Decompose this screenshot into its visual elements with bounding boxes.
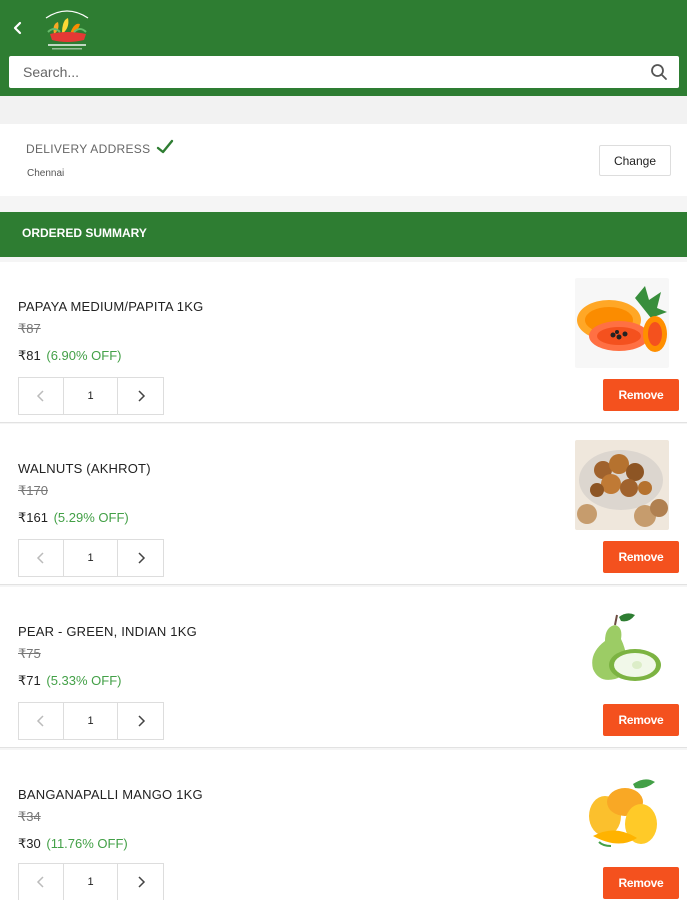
papaya-image[interactable] (575, 278, 669, 368)
cart-item: WALNUTS (AKHROT) ₹170 ₹161 (5.29% OFF) 1… (0, 424, 687, 585)
increase-quantity-button[interactable] (118, 540, 163, 576)
item-price-row: ₹161 (5.29% OFF) (18, 510, 129, 526)
item-price: ₹81 (18, 348, 41, 363)
quantity-value: 1 (64, 864, 118, 900)
fresh-farm-logo[interactable] (40, 4, 94, 52)
item-mrp: ₹170 (18, 483, 48, 498)
remove-button[interactable]: Remove (603, 379, 679, 411)
remove-button[interactable]: Remove (603, 704, 679, 736)
item-discount: (5.33% OFF) (46, 673, 122, 688)
spacer (0, 96, 687, 124)
increase-quantity-button[interactable] (118, 378, 163, 414)
back-button[interactable] (6, 16, 30, 40)
ordered-summary-header: ORDERED SUMMARY (0, 212, 687, 257)
change-address-button[interactable]: Change (599, 145, 671, 176)
item-discount: (11.76% OFF) (46, 836, 128, 851)
item-name: PAPAYA MEDIUM/PAPITA 1KG (18, 299, 204, 314)
quantity-stepper: 1 (18, 702, 164, 740)
increase-quantity-button[interactable] (118, 703, 163, 739)
item-discount: (5.29% OFF) (53, 510, 129, 525)
chevron-right-icon (137, 876, 145, 888)
cart-item: PEAR - GREEN, INDIAN 1KG ₹75 ₹71 (5.33% … (0, 587, 687, 748)
item-mrp: ₹75 (18, 646, 41, 661)
item-price: ₹71 (18, 673, 41, 688)
quantity-stepper: 1 (18, 539, 164, 577)
search-icon[interactable] (650, 63, 668, 81)
increase-quantity-button[interactable] (118, 864, 163, 900)
quantity-value: 1 (64, 540, 118, 576)
cart-item: PAPAYA MEDIUM/PAPITA 1KG ₹87 ₹81 (6.90% … (0, 262, 687, 423)
delivery-address-card: DELIVERY ADDRESS Chennai Change (0, 124, 687, 196)
cart-item: BANGANAPALLI MANGO 1KG ₹34 ₹30 (11.76% O… (0, 750, 687, 900)
decrease-quantity-button[interactable] (19, 703, 64, 739)
mango-image[interactable] (575, 766, 669, 856)
decrease-quantity-button[interactable] (19, 378, 64, 414)
item-discount: (6.90% OFF) (46, 348, 122, 363)
delivery-address-title: DELIVERY ADDRESS (26, 142, 151, 156)
item-name: PEAR - GREEN, INDIAN 1KG (18, 624, 197, 639)
search-input[interactable] (9, 56, 639, 88)
quantity-stepper: 1 (18, 377, 164, 415)
remove-button[interactable]: Remove (603, 867, 679, 899)
chevron-left-icon (36, 552, 44, 564)
ordered-summary-title: ORDERED SUMMARY (22, 226, 147, 240)
quantity-value: 1 (64, 378, 118, 414)
walnuts-image[interactable] (575, 440, 669, 530)
search-bar (9, 56, 679, 88)
item-mrp: ₹87 (18, 321, 41, 336)
item-price: ₹161 (18, 510, 48, 525)
decrease-quantity-button[interactable] (19, 540, 64, 576)
chevron-left-icon (13, 21, 22, 35)
check-icon (156, 139, 174, 154)
item-mrp: ₹34 (18, 809, 41, 824)
chevron-left-icon (36, 876, 44, 888)
quantity-stepper: 1 (18, 863, 164, 900)
item-price-row: ₹81 (6.90% OFF) (18, 348, 121, 364)
item-price: ₹30 (18, 836, 41, 851)
quantity-value: 1 (64, 703, 118, 739)
item-name: WALNUTS (AKHROT) (18, 461, 151, 476)
chevron-right-icon (137, 552, 145, 564)
remove-button[interactable]: Remove (603, 541, 679, 573)
pear-image[interactable] (575, 603, 669, 693)
app-header (0, 0, 687, 96)
chevron-left-icon (36, 715, 44, 727)
item-name: BANGANAPALLI MANGO 1KG (18, 787, 203, 802)
item-price-row: ₹71 (5.33% OFF) (18, 673, 121, 689)
chevron-right-icon (137, 715, 145, 727)
decrease-quantity-button[interactable] (19, 864, 64, 900)
delivery-city: Chennai (27, 168, 65, 179)
chevron-right-icon (137, 390, 145, 402)
chevron-left-icon (36, 390, 44, 402)
item-price-row: ₹30 (11.76% OFF) (18, 836, 128, 852)
